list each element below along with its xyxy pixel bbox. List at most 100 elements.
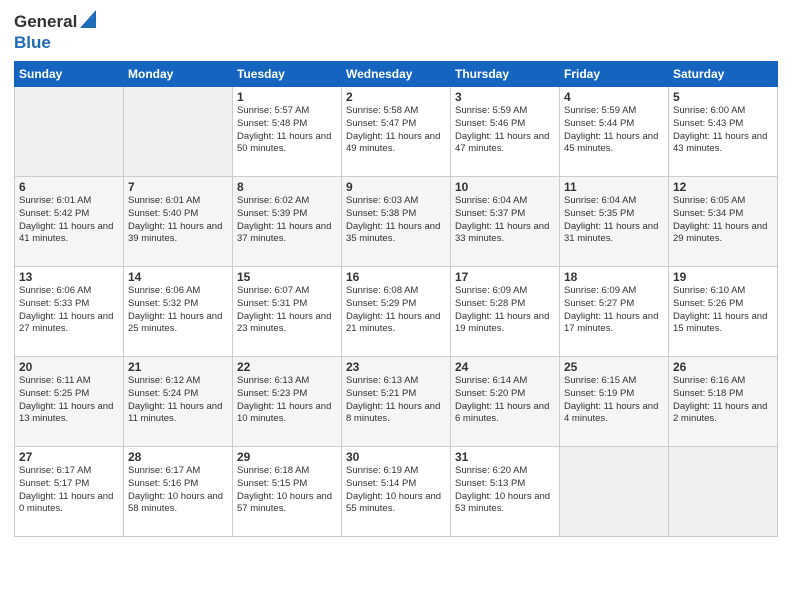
day-info: Sunrise: 5:57 AM Sunset: 5:48 PM Dayligh… — [237, 105, 337, 156]
calendar-cell: 6Sunrise: 6:01 AM Sunset: 5:42 PM Daylig… — [15, 177, 124, 267]
day-info: Sunrise: 5:59 AM Sunset: 5:46 PM Dayligh… — [455, 105, 555, 156]
week-row-2: 13Sunrise: 6:06 AM Sunset: 5:33 PM Dayli… — [15, 267, 778, 357]
day-info: Sunrise: 6:01 AM Sunset: 5:40 PM Dayligh… — [128, 195, 228, 246]
day-info: Sunrise: 6:09 AM Sunset: 5:28 PM Dayligh… — [455, 285, 555, 336]
day-info: Sunrise: 6:12 AM Sunset: 5:24 PM Dayligh… — [128, 375, 228, 426]
day-info: Sunrise: 5:59 AM Sunset: 5:44 PM Dayligh… — [564, 105, 664, 156]
logo-triangle-icon — [80, 10, 96, 33]
day-number: 28 — [128, 450, 228, 464]
day-number: 18 — [564, 270, 664, 284]
day-number: 31 — [455, 450, 555, 464]
calendar-cell: 29Sunrise: 6:18 AM Sunset: 5:15 PM Dayli… — [233, 447, 342, 537]
calendar-body: 1Sunrise: 5:57 AM Sunset: 5:48 PM Daylig… — [15, 87, 778, 537]
day-number: 22 — [237, 360, 337, 374]
calendar-cell: 5Sunrise: 6:00 AM Sunset: 5:43 PM Daylig… — [669, 87, 778, 177]
calendar-cell — [124, 87, 233, 177]
day-number: 24 — [455, 360, 555, 374]
day-of-week-saturday: Saturday — [669, 62, 778, 87]
day-number: 17 — [455, 270, 555, 284]
logo-general-text: General — [14, 12, 77, 32]
calendar-cell: 4Sunrise: 5:59 AM Sunset: 5:44 PM Daylig… — [560, 87, 669, 177]
day-info: Sunrise: 6:19 AM Sunset: 5:14 PM Dayligh… — [346, 465, 446, 516]
day-number: 10 — [455, 180, 555, 194]
day-of-week-thursday: Thursday — [451, 62, 560, 87]
calendar-cell: 11Sunrise: 6:04 AM Sunset: 5:35 PM Dayli… — [560, 177, 669, 267]
week-row-4: 27Sunrise: 6:17 AM Sunset: 5:17 PM Dayli… — [15, 447, 778, 537]
day-info: Sunrise: 6:09 AM Sunset: 5:27 PM Dayligh… — [564, 285, 664, 336]
day-info: Sunrise: 6:04 AM Sunset: 5:37 PM Dayligh… — [455, 195, 555, 246]
day-info: Sunrise: 6:00 AM Sunset: 5:43 PM Dayligh… — [673, 105, 773, 156]
day-info: Sunrise: 6:04 AM Sunset: 5:35 PM Dayligh… — [564, 195, 664, 246]
calendar-cell: 8Sunrise: 6:02 AM Sunset: 5:39 PM Daylig… — [233, 177, 342, 267]
day-info: Sunrise: 5:58 AM Sunset: 5:47 PM Dayligh… — [346, 105, 446, 156]
day-number: 19 — [673, 270, 773, 284]
day-info: Sunrise: 6:05 AM Sunset: 5:34 PM Dayligh… — [673, 195, 773, 246]
day-info: Sunrise: 6:03 AM Sunset: 5:38 PM Dayligh… — [346, 195, 446, 246]
day-number: 1 — [237, 90, 337, 104]
day-info: Sunrise: 6:16 AM Sunset: 5:18 PM Dayligh… — [673, 375, 773, 426]
calendar-cell: 1Sunrise: 5:57 AM Sunset: 5:48 PM Daylig… — [233, 87, 342, 177]
logo: General Blue — [14, 10, 96, 53]
calendar-cell: 28Sunrise: 6:17 AM Sunset: 5:16 PM Dayli… — [124, 447, 233, 537]
day-number: 30 — [346, 450, 446, 464]
day-info: Sunrise: 6:06 AM Sunset: 5:32 PM Dayligh… — [128, 285, 228, 336]
calendar-cell: 16Sunrise: 6:08 AM Sunset: 5:29 PM Dayli… — [342, 267, 451, 357]
day-number: 7 — [128, 180, 228, 194]
calendar-cell — [669, 447, 778, 537]
day-info: Sunrise: 6:15 AM Sunset: 5:19 PM Dayligh… — [564, 375, 664, 426]
day-number: 26 — [673, 360, 773, 374]
calendar-cell: 21Sunrise: 6:12 AM Sunset: 5:24 PM Dayli… — [124, 357, 233, 447]
calendar-cell: 23Sunrise: 6:13 AM Sunset: 5:21 PM Dayli… — [342, 357, 451, 447]
day-info: Sunrise: 6:02 AM Sunset: 5:39 PM Dayligh… — [237, 195, 337, 246]
day-number: 3 — [455, 90, 555, 104]
day-number: 2 — [346, 90, 446, 104]
day-info: Sunrise: 6:18 AM Sunset: 5:15 PM Dayligh… — [237, 465, 337, 516]
calendar-cell: 18Sunrise: 6:09 AM Sunset: 5:27 PM Dayli… — [560, 267, 669, 357]
day-of-week-monday: Monday — [124, 62, 233, 87]
calendar-cell — [15, 87, 124, 177]
calendar-cell: 12Sunrise: 6:05 AM Sunset: 5:34 PM Dayli… — [669, 177, 778, 267]
calendar-cell: 7Sunrise: 6:01 AM Sunset: 5:40 PM Daylig… — [124, 177, 233, 267]
calendar-cell: 31Sunrise: 6:20 AM Sunset: 5:13 PM Dayli… — [451, 447, 560, 537]
calendar-cell: 10Sunrise: 6:04 AM Sunset: 5:37 PM Dayli… — [451, 177, 560, 267]
page: General Blue SundayMondayTuesdayWednesda… — [0, 0, 792, 612]
calendar-cell: 14Sunrise: 6:06 AM Sunset: 5:32 PM Dayli… — [124, 267, 233, 357]
calendar-cell: 19Sunrise: 6:10 AM Sunset: 5:26 PM Dayli… — [669, 267, 778, 357]
day-number: 9 — [346, 180, 446, 194]
day-info: Sunrise: 6:17 AM Sunset: 5:17 PM Dayligh… — [19, 465, 119, 516]
calendar-cell: 20Sunrise: 6:11 AM Sunset: 5:25 PM Dayli… — [15, 357, 124, 447]
calendar-cell: 2Sunrise: 5:58 AM Sunset: 5:47 PM Daylig… — [342, 87, 451, 177]
day-info: Sunrise: 6:13 AM Sunset: 5:23 PM Dayligh… — [237, 375, 337, 426]
day-number: 21 — [128, 360, 228, 374]
calendar-cell: 22Sunrise: 6:13 AM Sunset: 5:23 PM Dayli… — [233, 357, 342, 447]
day-number: 13 — [19, 270, 119, 284]
day-number: 16 — [346, 270, 446, 284]
day-number: 15 — [237, 270, 337, 284]
day-info: Sunrise: 6:07 AM Sunset: 5:31 PM Dayligh… — [237, 285, 337, 336]
day-info: Sunrise: 6:14 AM Sunset: 5:20 PM Dayligh… — [455, 375, 555, 426]
week-row-0: 1Sunrise: 5:57 AM Sunset: 5:48 PM Daylig… — [15, 87, 778, 177]
day-info: Sunrise: 6:13 AM Sunset: 5:21 PM Dayligh… — [346, 375, 446, 426]
calendar-cell: 13Sunrise: 6:06 AM Sunset: 5:33 PM Dayli… — [15, 267, 124, 357]
calendar-cell: 17Sunrise: 6:09 AM Sunset: 5:28 PM Dayli… — [451, 267, 560, 357]
day-number: 12 — [673, 180, 773, 194]
week-row-1: 6Sunrise: 6:01 AM Sunset: 5:42 PM Daylig… — [15, 177, 778, 267]
day-info: Sunrise: 6:08 AM Sunset: 5:29 PM Dayligh… — [346, 285, 446, 336]
calendar-cell: 3Sunrise: 5:59 AM Sunset: 5:46 PM Daylig… — [451, 87, 560, 177]
day-number: 6 — [19, 180, 119, 194]
days-of-week-row: SundayMondayTuesdayWednesdayThursdayFrid… — [15, 62, 778, 87]
day-of-week-friday: Friday — [560, 62, 669, 87]
day-info: Sunrise: 6:01 AM Sunset: 5:42 PM Dayligh… — [19, 195, 119, 246]
calendar-table: SundayMondayTuesdayWednesdayThursdayFrid… — [14, 61, 778, 537]
day-info: Sunrise: 6:17 AM Sunset: 5:16 PM Dayligh… — [128, 465, 228, 516]
day-number: 8 — [237, 180, 337, 194]
calendar-cell: 26Sunrise: 6:16 AM Sunset: 5:18 PM Dayli… — [669, 357, 778, 447]
day-info: Sunrise: 6:11 AM Sunset: 5:25 PM Dayligh… — [19, 375, 119, 426]
calendar-cell: 9Sunrise: 6:03 AM Sunset: 5:38 PM Daylig… — [342, 177, 451, 267]
day-of-week-tuesday: Tuesday — [233, 62, 342, 87]
day-number: 4 — [564, 90, 664, 104]
day-number: 27 — [19, 450, 119, 464]
day-number: 11 — [564, 180, 664, 194]
header: General Blue — [14, 10, 778, 53]
day-number: 14 — [128, 270, 228, 284]
